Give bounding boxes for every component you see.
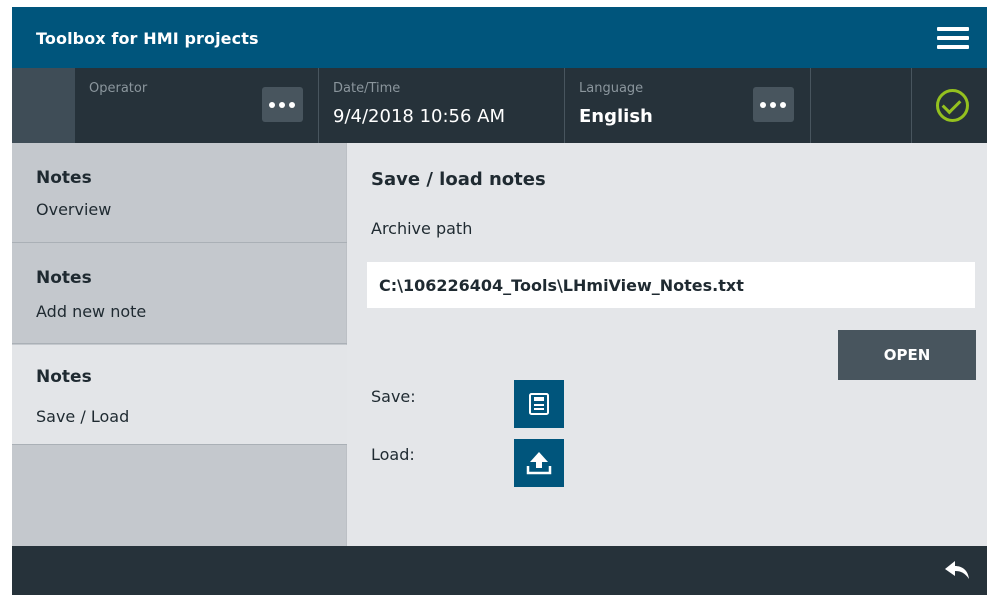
sidebar-item-subtitle: Overview — [36, 200, 112, 219]
empty-status-cell — [811, 68, 912, 143]
operator-label: Operator — [89, 81, 148, 96]
sidebar-item-overview[interactable]: Notes Overview — [12, 143, 347, 243]
sidebar: Notes Overview Notes Add new note Notes … — [12, 143, 347, 546]
datetime-cell: Date/Time 9/4/2018 10:56 AM — [319, 68, 565, 143]
hmi-screen: Toolbox for HMI projects Operator Date/T… — [12, 7, 987, 595]
sidebar-item-title: Notes — [36, 268, 92, 288]
title-bar: Toolbox for HMI projects — [12, 7, 987, 68]
save-button[interactable] — [514, 380, 564, 428]
language-more-button[interactable] — [753, 87, 794, 122]
save-label: Save: — [371, 387, 416, 406]
language-value: English — [579, 106, 653, 127]
archive-path-input[interactable] — [367, 262, 975, 308]
reply-arrow-icon[interactable] — [944, 559, 970, 581]
sidebar-item-subtitle: Save / Load — [36, 407, 130, 426]
operator-more-button[interactable] — [262, 87, 303, 122]
operator-cell: Operator — [75, 68, 319, 143]
sidebar-item-title: Notes — [36, 367, 92, 387]
hamburger-menu-icon[interactable] — [937, 27, 969, 49]
sidebar-item-title: Notes — [36, 168, 92, 188]
language-cell: Language English — [565, 68, 811, 143]
sidebar-item-save-load[interactable]: Notes Save / Load — [12, 345, 347, 445]
app-title: Toolbox for HMI projects — [36, 29, 259, 48]
datetime-label: Date/Time — [333, 81, 401, 96]
footer-bar — [12, 546, 987, 595]
status-bar: Operator Date/Time 9/4/2018 10:56 AM Lan… — [12, 68, 987, 143]
sidebar-item-add-new-note[interactable]: Notes Add new note — [12, 244, 347, 344]
archive-path-label: Archive path — [371, 219, 473, 238]
main-content: Save / load notes Archive path OPEN Save… — [347, 143, 987, 546]
datetime-value: 9/4/2018 10:56 AM — [333, 106, 506, 127]
page-title: Save / load notes — [371, 169, 546, 190]
floppy-disk-icon — [529, 393, 549, 415]
sidebar-item-subtitle: Add new note — [36, 302, 147, 321]
load-label: Load: — [371, 445, 415, 464]
user-indicator — [12, 68, 75, 143]
open-button[interactable]: OPEN — [838, 330, 976, 380]
language-label: Language — [579, 81, 644, 96]
check-circle-icon — [936, 89, 969, 122]
upload-icon — [526, 452, 552, 475]
load-button[interactable] — [514, 439, 564, 487]
